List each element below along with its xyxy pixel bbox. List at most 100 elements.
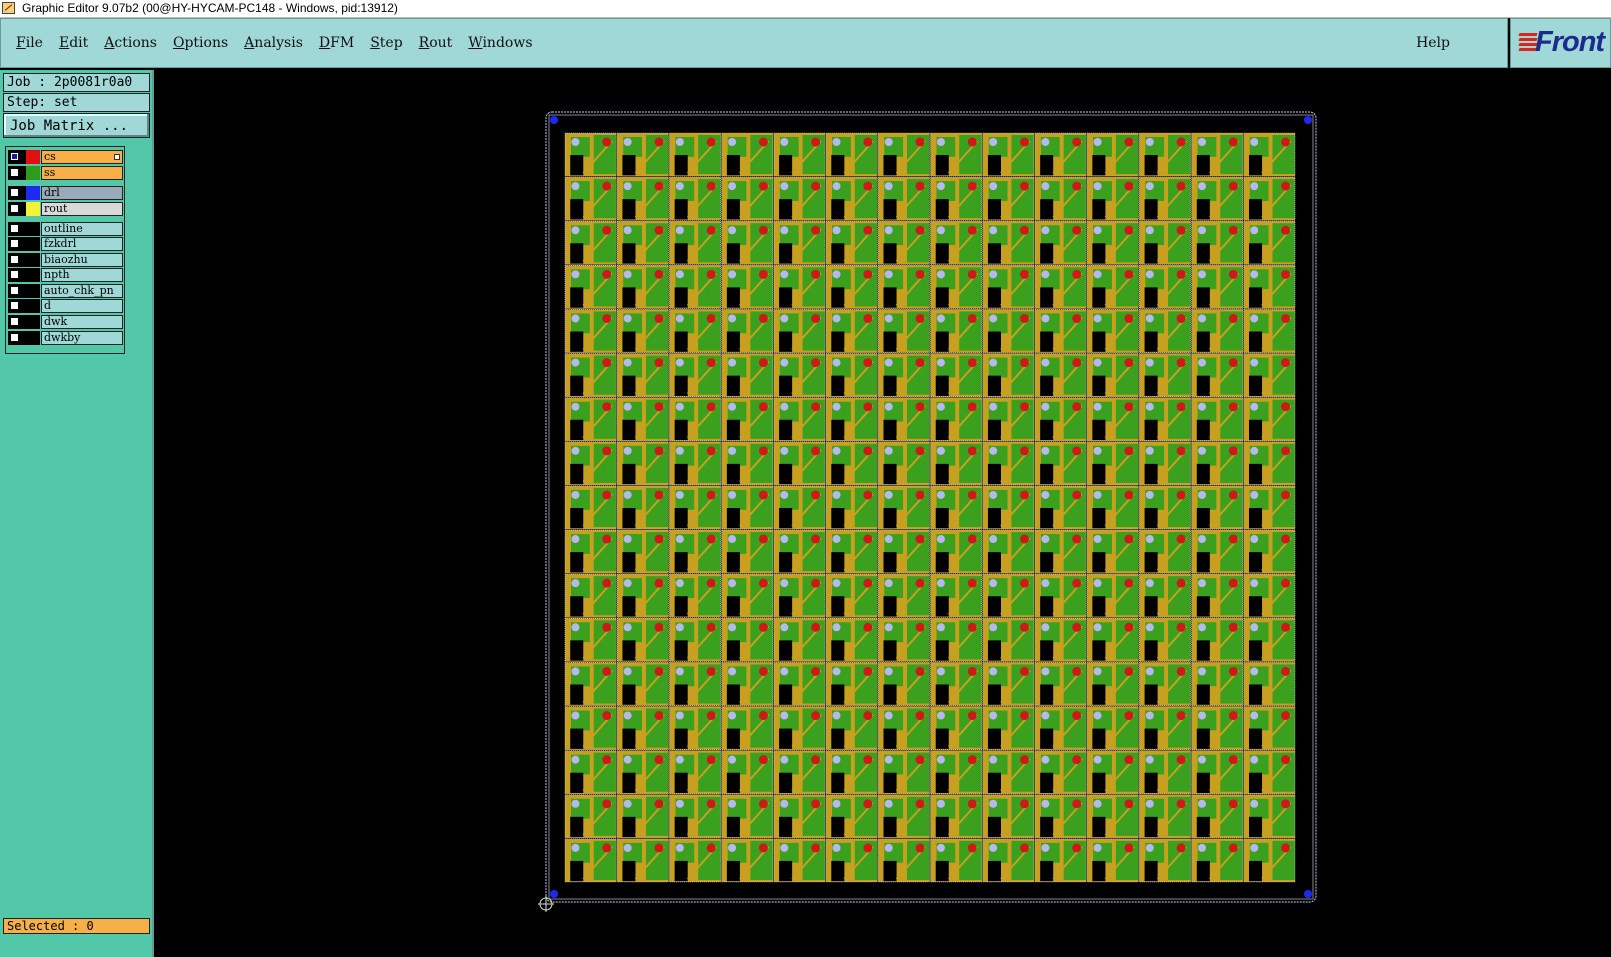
menu-edit[interactable]: Edit [59,35,88,51]
layer-name[interactable]: outline [41,222,123,236]
layer-row-drl[interactable]: drl [8,186,123,200]
pcb-pad [758,490,768,500]
layer-name[interactable]: cs [41,150,123,164]
layer-checkbox[interactable] [10,204,19,213]
pcb-pad [811,313,821,323]
pcb-unit-cutout [1249,640,1263,661]
pcb-pad [1176,269,1186,279]
layer-name[interactable]: fzkdrl [41,237,123,251]
pcb-unit-cutout [831,684,845,705]
layer-row-dwkby[interactable]: dwkby [8,331,123,345]
pcb-pad [811,578,821,588]
layer-checkbox[interactable] [10,255,19,264]
pcb-hole [1145,358,1154,367]
layer-checkbox[interactable] [10,333,19,342]
layer-name[interactable]: drl [41,186,123,200]
pcb-hole [571,579,580,588]
menu-analysis[interactable]: Analysis [244,35,303,51]
menu-rout[interactable]: Rout [419,35,453,51]
layer-checkbox[interactable] [10,188,19,197]
pcb-unit-cutout [674,596,688,617]
pcb-unit-cutout [1196,331,1210,352]
layer-row-npth[interactable]: npth [8,268,123,282]
pcb-unit-cutout [831,199,845,220]
layer-checkbox[interactable] [10,152,19,161]
layer-checkbox[interactable] [10,286,19,295]
pcb-pad [1072,225,1082,235]
pcb-unit-cutout [1040,728,1054,749]
pcb-hole [675,755,684,764]
layer-checkbox[interactable] [10,168,19,177]
layer-row-d[interactable]: d [8,299,123,313]
layer-row-ss[interactable]: ss [8,166,123,180]
pcb-unit-cutout [622,155,636,176]
pcb-pad [1019,666,1029,676]
pcb-hole [936,490,945,499]
layer-name[interactable]: biaozhu [41,253,123,267]
pcb-unit-cutout [1144,155,1158,176]
pcb-pad [758,622,768,632]
menu-windows[interactable]: Windows [468,35,532,51]
pcb-hole [623,755,632,764]
layer-row-dwk[interactable]: dwk [8,315,123,329]
pcb-unit-cutout [779,419,793,441]
pcb-hole [1093,138,1102,146]
menu-dfm[interactable]: DFM [319,35,354,51]
menu-actions[interactable]: Actions [104,35,157,51]
pcb-pad [863,711,873,721]
job-matrix-button[interactable]: Job Matrix ... [3,113,150,138]
pcb-pad [863,269,873,279]
graphic-canvas[interactable] [156,70,1611,957]
layer-checkbox[interactable] [10,239,19,248]
pcb-pad [1072,137,1082,147]
layer-name[interactable]: auto_chk_pn [41,284,123,298]
pcb-pad [654,666,664,676]
pcb-hole [571,667,580,676]
pcb-hole [728,799,737,808]
layer-name[interactable]: d [41,299,123,313]
pcb-hole [832,799,841,808]
pcb-pad [1019,358,1029,368]
pcb-pad [915,622,925,632]
pcb-hole [728,490,737,499]
pcb-unit-cutout [570,243,584,264]
pcb-hole [675,667,684,676]
layer-row-auto_chk_pn[interactable]: auto_chk_pn [8,284,123,298]
menu-file[interactable]: File [16,35,43,51]
pcb-hole [832,358,841,367]
layer-row-biaozhu[interactable]: biaozhu [8,253,123,267]
pcb-pad [1019,446,1029,456]
menu-options[interactable]: Options [173,35,228,51]
pcb-unit-cutout [726,331,740,352]
pcb-unit-cutout [726,199,740,220]
layer-name[interactable]: rout [41,202,123,216]
layer-name[interactable]: ss [41,166,123,180]
layer-row-cs[interactable]: cs [8,150,123,164]
layer-row-outline[interactable]: outline [8,222,123,236]
pcb-pad [1228,622,1238,632]
layer-checkbox[interactable] [10,224,19,233]
pcb-pad [654,843,664,853]
pcb-unit-cutout [987,287,1001,308]
pcb-unit-cutout [726,508,740,529]
layer-name[interactable]: dwkby [41,331,123,345]
layer-checkbox[interactable] [10,301,19,310]
layer-row-rout[interactable]: rout [8,202,123,216]
menu-help[interactable]: Help [1416,35,1450,51]
pcb-hole [1093,358,1102,367]
layer-checkbox[interactable] [10,270,19,279]
pcb-pad [654,711,664,721]
layer-name[interactable]: dwk [41,315,123,329]
pcb-hole [1250,358,1259,367]
pcb-hole [1145,270,1154,279]
layer-name[interactable]: npth [41,268,123,282]
menu-step[interactable]: Step [370,35,402,51]
pcb-pad [1228,490,1238,500]
pcb-hole [832,314,841,323]
pcb-unit-cutout [883,463,897,485]
pcb-unit-cutout [1092,684,1106,705]
layer-row-fzkdrl[interactable]: fzkdrl [8,237,123,251]
layer-color-swatch [26,166,40,180]
layer-checkbox[interactable] [10,317,19,326]
pcb-pad [602,358,612,368]
